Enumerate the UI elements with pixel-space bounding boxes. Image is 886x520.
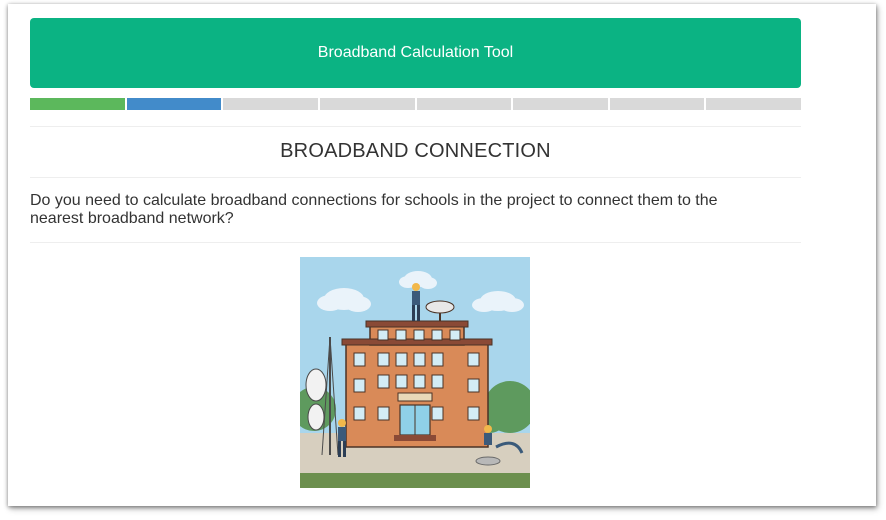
progress-step (319, 98, 415, 110)
school-broadband-illustration (292, 257, 536, 488)
progress-step (126, 98, 222, 110)
section-title: BROADBAND CONNECTION (280, 140, 551, 162)
school-broadband-installation-icon (292, 257, 536, 488)
progress-step (513, 98, 608, 110)
progress-step (30, 98, 125, 110)
tool-title: Broadband Calculation Tool (317, 44, 514, 61)
question-text: Do you need to calculate broadband conne… (30, 192, 718, 227)
tool-header: Broadband Calculation Tool (30, 18, 801, 88)
progress-bar (30, 98, 801, 110)
progress-step (706, 98, 801, 110)
divider (30, 177, 801, 178)
progress-step (416, 98, 512, 110)
progress-step (609, 98, 705, 110)
divider (30, 126, 801, 127)
progress-step (223, 98, 318, 110)
divider (30, 242, 801, 243)
